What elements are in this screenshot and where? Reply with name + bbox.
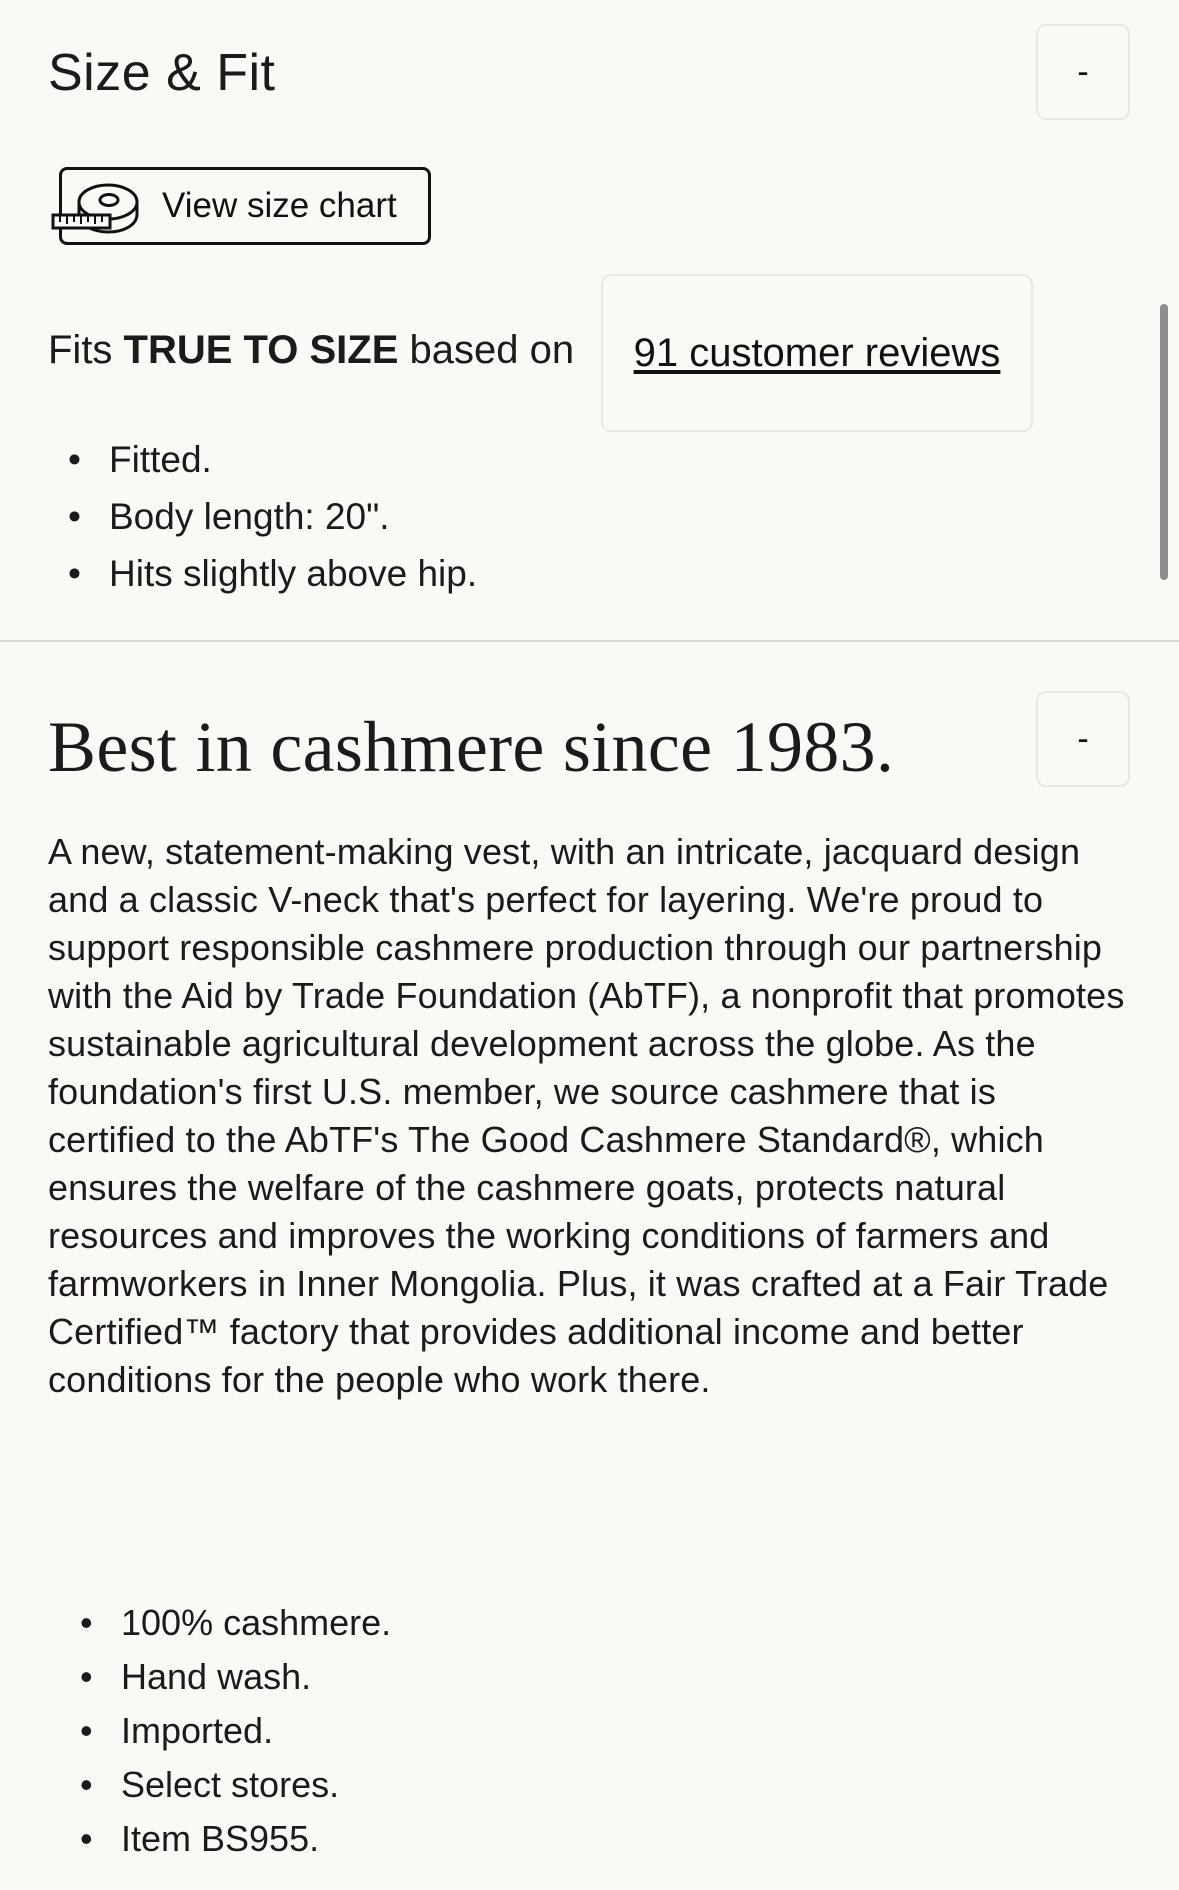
material-details-list: • 100% cashmere. • Hand wash. • Imported. •… [80, 1596, 391, 1866]
material-detail-text: 100% cashmere. [121, 1602, 392, 1643]
material-detail-text: Hand wash. [121, 1656, 312, 1697]
customer-reviews-link-container[interactable]: 91 customer reviews [601, 274, 1033, 432]
product-details-page: Size & Fit - View size chart Fits TRUE T… [0, 0, 1179, 1890]
customer-reviews-link[interactable]: 91 customer reviews [634, 331, 1001, 376]
cashmere-title: Best in cashmere since 1983. [48, 707, 895, 787]
material-detail-text: Item BS955. [121, 1818, 320, 1859]
bullet-icon: • [80, 1818, 93, 1859]
product-description: A new, statement-making vest, with an in… [48, 831, 1125, 1400]
fit-summary-prefix: Fits [48, 328, 124, 372]
bullet-icon: • [80, 1764, 93, 1805]
fit-details-list: • Fitted. • Body length: 20". • Hits slight… [68, 431, 477, 602]
fit-detail-text: Body length: 20". [109, 496, 390, 537]
material-detail-text: Select stores. [121, 1764, 340, 1805]
size-and-fit-collapse-button[interactable]: - [1036, 24, 1130, 120]
bullet-icon: • [68, 553, 81, 594]
fit-summary: Fits TRUE TO SIZE based on [48, 322, 574, 378]
bullet-icon: • [68, 496, 81, 537]
fit-detail-text: Hits slightly above hip. [109, 553, 478, 594]
cashmere-collapse-button[interactable]: - [1036, 691, 1130, 787]
material-detail-item: • Hand wash. [80, 1650, 391, 1704]
material-detail-item: • Item BS955. [80, 1812, 391, 1866]
material-detail-item: • 100% cashmere. [80, 1596, 391, 1650]
bullet-icon: • [80, 1602, 93, 1643]
material-detail-text: Imported. [121, 1710, 274, 1751]
fit-detail-item: • Hits slightly above hip. [68, 545, 477, 602]
fit-detail-item: • Body length: 20". [68, 488, 477, 545]
material-detail-item: • Imported. [80, 1704, 391, 1758]
bullet-icon: • [80, 1710, 93, 1751]
vertical-scrollbar[interactable] [1160, 304, 1168, 580]
size-and-fit-title: Size & Fit [48, 44, 276, 102]
fit-summary-emphasis: TRUE TO SIZE [123, 328, 399, 372]
tape-measure-icon [51, 183, 139, 234]
material-detail-item: • Select stores. [80, 1758, 391, 1812]
fit-detail-text: Fitted. [109, 439, 212, 480]
bullet-icon: • [80, 1656, 93, 1697]
section-divider [0, 640, 1179, 642]
view-size-chart-label: View size chart [162, 186, 397, 225]
bullet-icon: • [68, 439, 81, 480]
view-size-chart-button[interactable]: View size chart [51, 167, 431, 245]
fit-detail-item: • Fitted. [68, 431, 477, 488]
fit-summary-suffix: based on [398, 328, 575, 372]
